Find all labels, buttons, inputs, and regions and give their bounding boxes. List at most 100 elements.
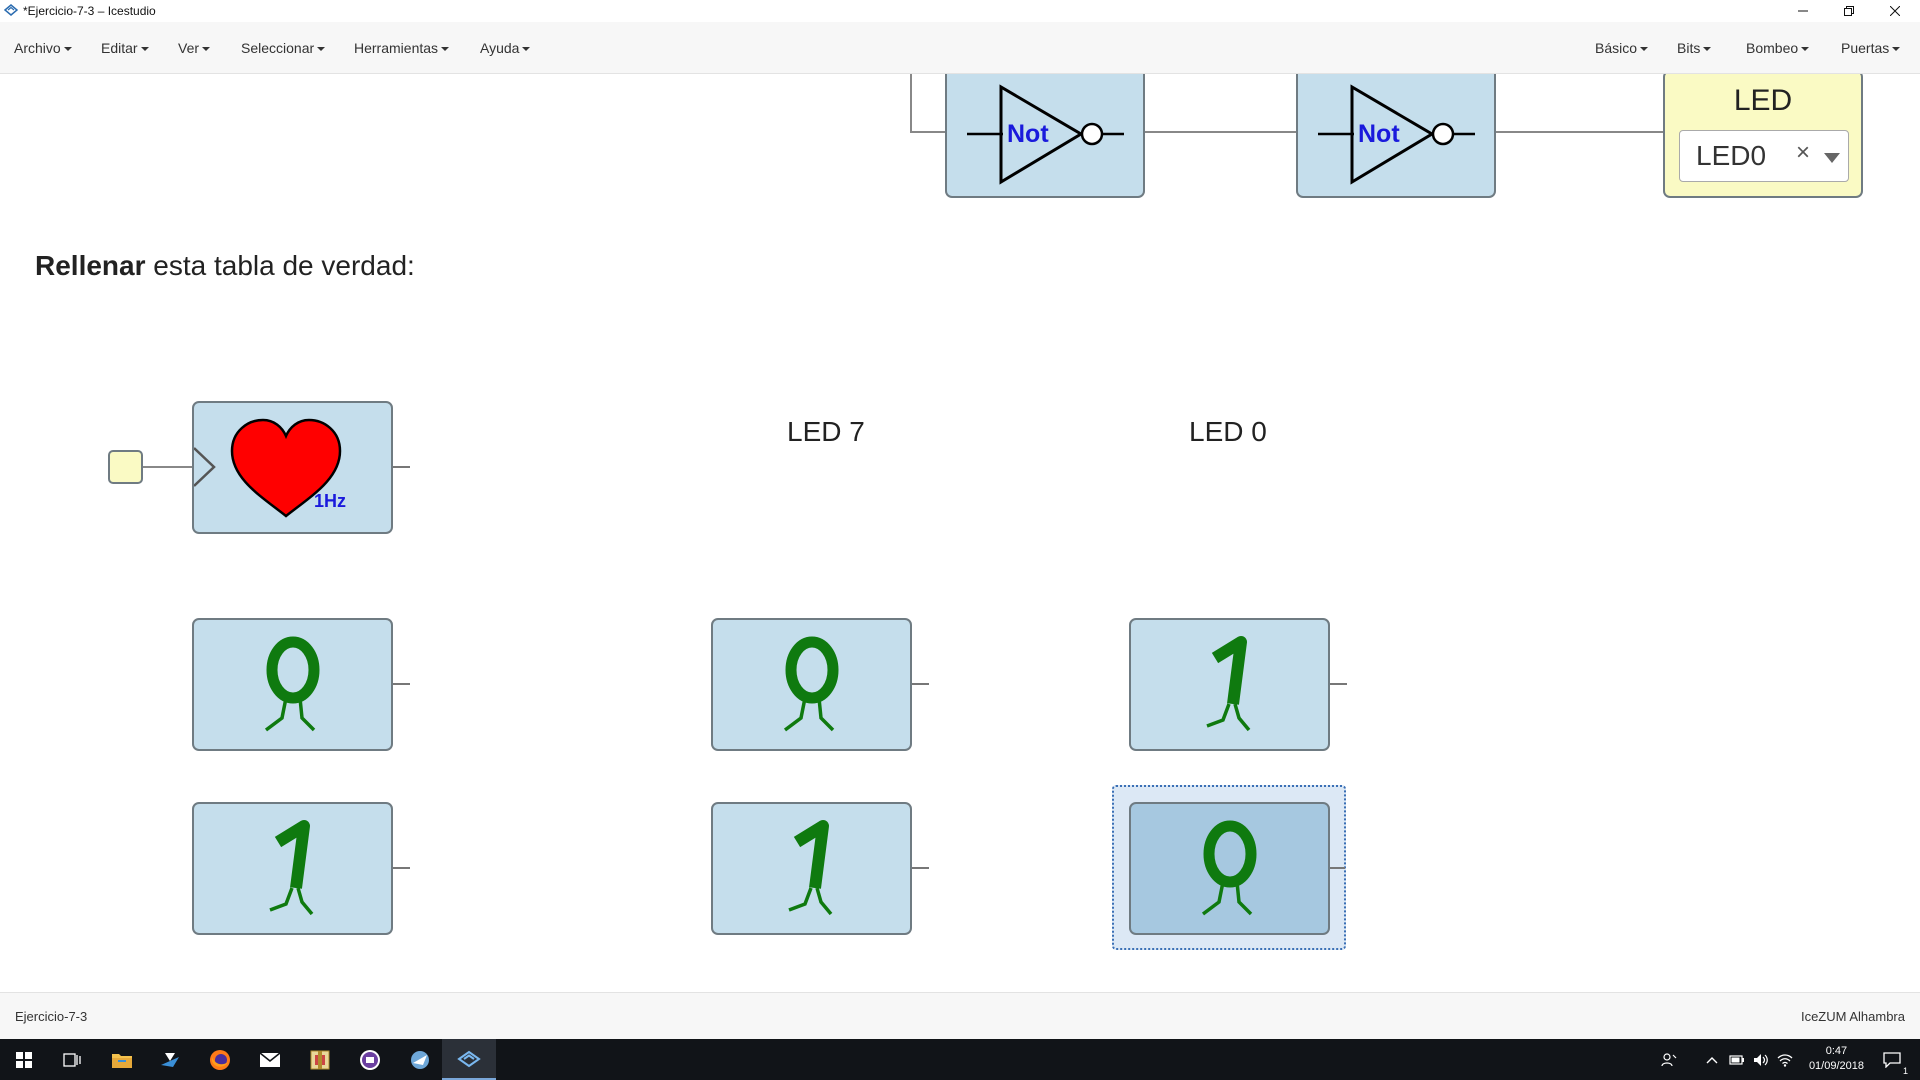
heartbeat-frequency: 1Hz — [314, 491, 347, 511]
restore-icon — [1844, 6, 1854, 16]
taskbar-file-explorer[interactable] — [98, 1039, 146, 1080]
app-circle-icon — [360, 1049, 380, 1070]
output-port — [393, 466, 410, 468]
close-button[interactable] — [1872, 0, 1918, 22]
clock-time: 0:47 — [1825, 1045, 1848, 1057]
menu-puertas[interactable]: Puertas — [1841, 40, 1901, 56]
wifi-icon — [1777, 1053, 1793, 1067]
menu-ver-label: Ver — [178, 40, 200, 56]
caret-down-icon — [1703, 47, 1712, 52]
wire — [1144, 131, 1296, 133]
wire — [1494, 131, 1665, 133]
design-canvas[interactable]: Not Not LED LED0 × Rellenar esta tabla d… — [0, 74, 1920, 992]
led-output-block[interactable]: LED LED0 × — [1663, 74, 1863, 198]
digit-zero-icon — [783, 636, 839, 732]
menu-ayuda[interactable]: Ayuda — [480, 40, 531, 56]
system-clock[interactable]: 0:47 01/09/2018 — [1809, 1044, 1864, 1074]
taskbar-icestudio[interactable] — [442, 1039, 496, 1080]
window-title: *Ejercicio-7-3 – Icestudio — [23, 4, 156, 18]
wire — [910, 74, 912, 133]
tray-chevron-up[interactable] — [1699, 1039, 1725, 1080]
constant-block-r2c3[interactable]: 0 — [1129, 802, 1330, 935]
taskbar-mail[interactable] — [246, 1039, 294, 1080]
taskbar-app-purple[interactable] — [346, 1039, 394, 1080]
constant-block-r1c2[interactable]: 0 — [711, 618, 912, 751]
heartbeat-block[interactable]: 1Hz — [192, 401, 393, 534]
column-label-led7: LED 7 — [787, 416, 865, 447]
restore-button[interactable] — [1826, 0, 1872, 22]
notification-count: 1 — [1902, 1066, 1908, 1076]
minimize-button[interactable] — [1780, 0, 1826, 22]
instruction-rest: esta tabla de verdad: — [145, 250, 415, 281]
output-port — [1330, 683, 1347, 685]
menu-bombeo[interactable]: Bombeo — [1746, 40, 1810, 56]
tray-people[interactable] — [1654, 1039, 1684, 1080]
digit-zero-icon — [1201, 820, 1257, 916]
not-gate-label: Not — [1007, 120, 1049, 148]
led-pin-select[interactable]: LED0 × — [1679, 130, 1849, 182]
wire — [143, 466, 193, 468]
menu-archivo[interactable]: Archivo — [14, 40, 72, 56]
menu-ver[interactable]: Ver — [178, 40, 211, 56]
task-view-icon — [63, 1052, 81, 1067]
constant-block-r2c2[interactable]: 1 — [711, 802, 912, 935]
not-gate-label: Not — [1358, 120, 1400, 148]
menu-archivo-label: Archivo — [14, 40, 61, 56]
taskbar-archive[interactable] — [296, 1039, 344, 1080]
led-pin-value: LED0 — [1696, 140, 1767, 171]
constant-block-r2c1[interactable]: 1 — [192, 802, 393, 935]
menu-editar[interactable]: Editar — [101, 40, 149, 56]
folder-icon — [112, 1053, 132, 1068]
menu-seleccionar[interactable]: Seleccionar — [241, 40, 326, 56]
app-icon — [161, 1052, 179, 1067]
digit-one-icon — [1206, 636, 1251, 732]
taskbar-firefox[interactable] — [196, 1039, 244, 1080]
instruction-text: Rellenar esta tabla de verdad: — [35, 250, 415, 282]
menu-bits[interactable]: Bits — [1677, 40, 1712, 56]
constant-block-r1c1[interactable]: 0 — [192, 618, 393, 751]
caret-down-icon — [1640, 47, 1649, 52]
menu-basico[interactable]: Básico — [1595, 40, 1649, 56]
archive-icon — [310, 1050, 330, 1069]
volume-icon — [1754, 1053, 1768, 1066]
project-name: Ejercicio-7-3 — [15, 1009, 88, 1024]
minimize-icon — [1798, 10, 1808, 12]
menu-bar: Archivo Editar Ver Seleccionar Herramien… — [0, 22, 1920, 74]
people-icon — [1661, 1052, 1677, 1066]
app-bird-icon — [411, 1050, 429, 1069]
caret-down-icon — [522, 47, 531, 52]
not-gate-block-2[interactable]: Not — [1296, 74, 1496, 198]
chevron-down-icon[interactable] — [1824, 153, 1840, 163]
icestudio-icon — [457, 1050, 481, 1067]
tray-volume[interactable] — [1748, 1039, 1774, 1080]
tray-battery[interactable] — [1724, 1039, 1750, 1080]
caret-down-icon — [441, 47, 450, 52]
caret-down-icon — [1801, 47, 1810, 52]
taskbar-app[interactable] — [146, 1039, 194, 1080]
not-gate-block-1[interactable]: Not — [945, 74, 1145, 198]
digit-one-icon — [788, 820, 833, 916]
output-port — [912, 867, 929, 869]
mail-icon — [259, 1051, 281, 1067]
tray-wifi[interactable] — [1772, 1039, 1798, 1080]
taskbar-app-bird[interactable] — [396, 1039, 444, 1080]
action-center-button[interactable]: 1 — [1870, 1039, 1914, 1080]
windows-logo-icon — [16, 1051, 32, 1068]
clock-date: 01/09/2018 — [1808, 1060, 1864, 1072]
output-port — [912, 683, 929, 685]
chevron-up-icon — [1706, 1056, 1718, 1063]
constant-block-r1c3[interactable]: 1 — [1129, 618, 1330, 751]
caret-down-icon — [317, 47, 326, 52]
task-view-button[interactable] — [48, 1039, 96, 1080]
board-name[interactable]: IceZUM Alhambra — [1801, 1009, 1905, 1024]
clear-icon[interactable]: × — [1796, 139, 1810, 167]
wire — [910, 131, 946, 133]
heart-icon — [194, 418, 342, 518]
start-button[interactable] — [0, 1039, 48, 1080]
clock-input-port[interactable] — [108, 450, 143, 484]
firefox-icon — [210, 1049, 230, 1070]
caret-down-icon — [140, 47, 149, 52]
menu-herramientas[interactable]: Herramientas — [354, 40, 450, 56]
notification-icon — [1883, 1051, 1901, 1068]
window-titlebar: *Ejercicio-7-3 – Icestudio — [0, 0, 1920, 22]
